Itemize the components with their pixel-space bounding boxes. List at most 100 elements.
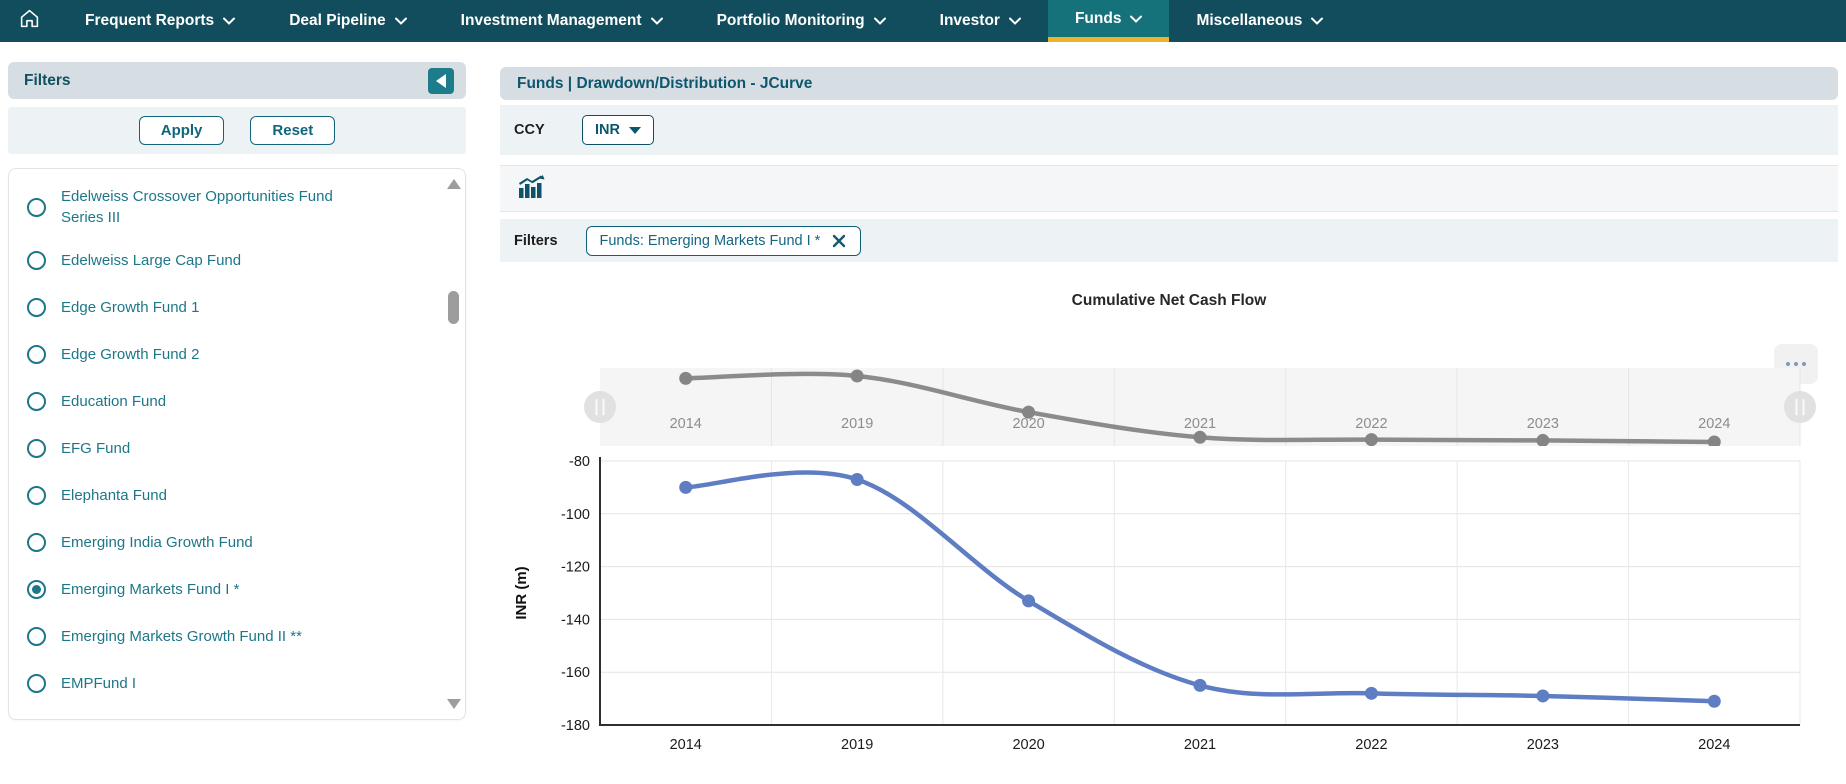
chart-toolbar	[500, 165, 1838, 212]
nav-item-label: Deal Pipeline	[289, 12, 385, 30]
fund-option-label: EMPFund I	[61, 673, 136, 694]
radio-button[interactable]	[27, 439, 46, 458]
data-point[interactable]	[851, 473, 864, 486]
x-tick-label: 2024	[1698, 737, 1730, 753]
fund-option[interactable]: Education Fund	[9, 378, 465, 425]
nav-item-deal-pipeline[interactable]: Deal Pipeline	[262, 0, 433, 42]
x-tick-label: 2019	[841, 737, 873, 753]
main-series-line	[686, 473, 1715, 702]
fund-option[interactable]: Edelweiss Crossover Opportunities Fund S…	[9, 177, 465, 237]
radio-button[interactable]	[27, 580, 46, 599]
nav-item-label: Miscellaneous	[1196, 12, 1302, 30]
sidebar-collapse-button[interactable]	[428, 68, 454, 94]
ccy-label: CCY	[514, 122, 582, 138]
data-point[interactable]	[1365, 687, 1378, 700]
fund-option[interactable]: Edge Growth Fund 1	[9, 284, 465, 331]
y-tick-label: -180	[561, 718, 590, 734]
fund-option-label: Emerging Markets Growth Fund II **	[61, 626, 302, 647]
breadcrumb: Funds | Drawdown/Distribution - JCurve	[517, 75, 812, 93]
fund-option[interactable]: Emerging Markets Fund I *	[9, 566, 465, 613]
filters-header: Filters	[8, 62, 466, 99]
y-tick-label: -80	[569, 454, 590, 470]
nav-item-frequent-reports[interactable]: Frequent Reports	[58, 0, 262, 42]
fund-option-label: Edelweiss Large Cap Fund	[61, 250, 241, 271]
fund-option[interactable]: EMPFund I	[9, 660, 465, 707]
radio-button[interactable]	[27, 486, 46, 505]
ccy-value: INR	[595, 122, 620, 138]
navigator-left-handle[interactable]	[584, 391, 616, 423]
data-point[interactable]	[679, 481, 692, 494]
scroll-down-icon[interactable]	[447, 699, 461, 709]
fund-option[interactable]: Edelweiss Large Cap Fund	[9, 237, 465, 284]
navigator-data-point	[851, 370, 864, 383]
chart-title: Cumulative Net Cash Flow	[500, 278, 1838, 310]
nav-item-funds[interactable]: Funds	[1048, 0, 1170, 42]
scrollbar-thumb[interactable]	[448, 291, 459, 324]
radio-button[interactable]	[27, 533, 46, 552]
x-tick-label: 2023	[1527, 737, 1559, 753]
chevron-down-icon	[1009, 12, 1021, 30]
close-icon[interactable]	[831, 233, 847, 249]
y-axis-title: INR (m)	[513, 566, 530, 619]
nav-item-investor[interactable]: Investor	[913, 0, 1048, 42]
fund-option[interactable]: EFG Fund	[9, 425, 465, 472]
main-content: Funds | Drawdown/Distribution - JCurve C…	[500, 67, 1838, 784]
data-point[interactable]	[1194, 679, 1207, 692]
page-title-bar: Funds | Drawdown/Distribution - JCurve	[500, 67, 1838, 100]
x-tick-label: 2020	[1012, 737, 1044, 753]
fund-option[interactable]: Emerging Markets Growth Fund II **	[9, 613, 465, 660]
navigator-data-point	[1022, 406, 1035, 419]
bar-chart-toggle-button[interactable]	[518, 175, 545, 203]
scroll-up-icon[interactable]	[447, 179, 461, 189]
y-tick-label: -160	[561, 665, 590, 681]
y-tick-label: -120	[561, 560, 590, 576]
home-button[interactable]	[0, 0, 58, 42]
nav-item-investment-management[interactable]: Investment Management	[434, 0, 690, 42]
fund-option-label: Education Fund	[61, 391, 166, 412]
navigator-right-handle[interactable]	[1784, 391, 1816, 423]
data-point[interactable]	[1708, 695, 1721, 708]
ccy-dropdown[interactable]: INR	[582, 115, 654, 145]
x-tick-label: 2022	[1355, 737, 1387, 753]
navigator-data-point	[1194, 431, 1207, 444]
x-tick-label: 2021	[1184, 737, 1216, 753]
nav-item-label: Funds	[1075, 10, 1122, 28]
home-icon	[19, 8, 40, 34]
data-point[interactable]	[1022, 594, 1035, 607]
nav-item-miscellaneous[interactable]: Miscellaneous	[1169, 0, 1350, 42]
chevron-down-icon	[651, 12, 663, 30]
nav-item-label: Investment Management	[461, 12, 642, 30]
chart-navigator[interactable]: 2014201920202021202220232024	[500, 366, 1838, 446]
navigator-year-label: 2019	[841, 416, 873, 432]
radio-button[interactable]	[27, 392, 46, 411]
radio-button[interactable]	[27, 298, 46, 317]
fund-option[interactable]: Elephanta Fund	[9, 472, 465, 519]
radio-button[interactable]	[27, 345, 46, 364]
chevron-down-icon	[1311, 12, 1323, 30]
filter-chip[interactable]: Funds: Emerging Markets Fund I *	[586, 226, 862, 256]
radio-button[interactable]	[27, 251, 46, 270]
navigator-year-label: 2024	[1698, 416, 1730, 432]
chevron-down-icon	[874, 12, 886, 30]
ccy-row: CCY INR	[500, 105, 1838, 155]
reset-button[interactable]: Reset	[250, 116, 335, 145]
fund-option[interactable]: Edge Growth Fund 2	[9, 331, 465, 378]
radio-button[interactable]	[27, 627, 46, 646]
fund-option-label: Emerging India Growth Fund	[61, 532, 253, 553]
apply-button[interactable]: Apply	[139, 116, 225, 145]
navigator-year-label: 2021	[1184, 416, 1216, 432]
fund-option-label: Edge Growth Fund 2	[61, 344, 199, 365]
radio-button[interactable]	[27, 198, 46, 217]
y-tick-label: -140	[561, 612, 590, 628]
fund-option-label: Emerging Markets Fund I *	[61, 579, 239, 600]
nav-item-portfolio-monitoring[interactable]: Portfolio Monitoring	[690, 0, 913, 42]
x-tick-label: 2014	[670, 737, 702, 753]
fund-option[interactable]: Emerging India Growth Fund	[9, 519, 465, 566]
fund-list-scrollbar[interactable]	[446, 175, 460, 713]
chevron-down-icon	[629, 127, 641, 134]
radio-button[interactable]	[27, 674, 46, 693]
data-point[interactable]	[1536, 689, 1549, 702]
chevron-down-icon	[223, 12, 235, 30]
navigator-data-point	[679, 372, 692, 385]
top-nav: Frequent Reports Deal Pipeline Investmen…	[0, 0, 1846, 42]
